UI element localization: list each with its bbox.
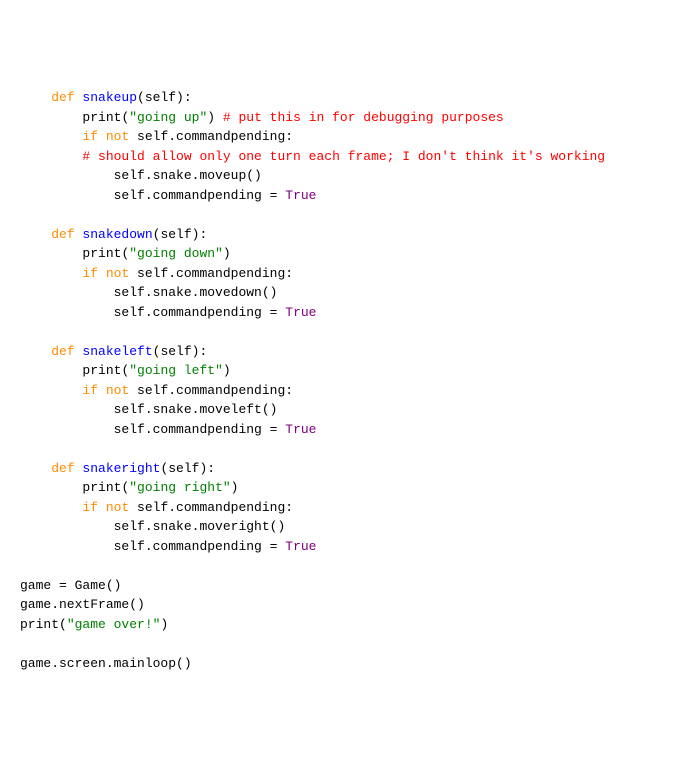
indent bbox=[20, 227, 51, 242]
statement: game = Game() bbox=[20, 578, 121, 593]
statement: self.snake.moveup() bbox=[114, 168, 262, 183]
keyword-if-not: if not bbox=[82, 500, 129, 515]
bool-literal: True bbox=[285, 188, 316, 203]
indent bbox=[20, 461, 51, 476]
string-literal: "game over!" bbox=[67, 617, 161, 632]
indent bbox=[20, 539, 114, 554]
condition: self.commandpending: bbox=[129, 266, 293, 281]
indent bbox=[20, 422, 114, 437]
print-call: print bbox=[82, 110, 121, 125]
statement: game.screen.mainloop() bbox=[20, 656, 192, 671]
keyword-if-not: if not bbox=[82, 383, 129, 398]
comment: # should allow only one turn each frame;… bbox=[82, 149, 605, 164]
params: (self): bbox=[160, 461, 215, 476]
paren: ) bbox=[223, 363, 231, 378]
params: (self): bbox=[137, 90, 192, 105]
function-name: snakeup bbox=[75, 90, 137, 105]
indent bbox=[20, 110, 82, 125]
paren: ( bbox=[59, 617, 67, 632]
indent bbox=[20, 480, 82, 495]
condition: self.commandpending: bbox=[129, 129, 293, 144]
function-name: snakeright bbox=[75, 461, 161, 476]
keyword-def: def bbox=[51, 344, 74, 359]
indent bbox=[20, 246, 82, 261]
indent bbox=[20, 188, 114, 203]
indent bbox=[20, 285, 114, 300]
paren: ) bbox=[160, 617, 168, 632]
statement: self.snake.moveleft() bbox=[114, 402, 278, 417]
keyword-def: def bbox=[51, 461, 74, 476]
statement: game.nextFrame() bbox=[20, 597, 145, 612]
statement: self.commandpending = bbox=[114, 539, 286, 554]
indent bbox=[20, 149, 82, 164]
indent bbox=[20, 519, 114, 534]
function-name: snakeleft bbox=[75, 344, 153, 359]
keyword-if-not: if not bbox=[82, 129, 129, 144]
params: (self): bbox=[153, 227, 208, 242]
code-block: def snakeup(self): print("going up") # p… bbox=[20, 88, 668, 673]
comment: # put this in for debugging purposes bbox=[215, 110, 504, 125]
statement: self.commandpending = bbox=[114, 305, 286, 320]
paren: ) bbox=[223, 246, 231, 261]
indent bbox=[20, 168, 114, 183]
indent bbox=[20, 344, 51, 359]
statement: self.commandpending = bbox=[114, 422, 286, 437]
print-call: print bbox=[82, 363, 121, 378]
paren: ) bbox=[207, 110, 215, 125]
statement: self.snake.movedown() bbox=[114, 285, 278, 300]
indent bbox=[20, 363, 82, 378]
params: (self): bbox=[153, 344, 208, 359]
indent bbox=[20, 383, 82, 398]
keyword-def: def bbox=[51, 227, 74, 242]
string-literal: "going left" bbox=[129, 363, 223, 378]
bool-literal: True bbox=[285, 422, 316, 437]
condition: self.commandpending: bbox=[129, 500, 293, 515]
statement: self.commandpending = bbox=[114, 188, 286, 203]
indent bbox=[20, 129, 82, 144]
indent bbox=[20, 305, 114, 320]
keyword-def: def bbox=[51, 90, 74, 105]
statement: self.snake.moveright() bbox=[114, 519, 286, 534]
indent bbox=[20, 500, 82, 515]
string-literal: "going right" bbox=[129, 480, 230, 495]
string-literal: "going up" bbox=[129, 110, 207, 125]
function-name: snakedown bbox=[75, 227, 153, 242]
bool-literal: True bbox=[285, 539, 316, 554]
keyword-if-not: if not bbox=[82, 266, 129, 281]
print-call: print bbox=[82, 480, 121, 495]
paren: ) bbox=[231, 480, 239, 495]
print-call: print bbox=[82, 246, 121, 261]
condition: self.commandpending: bbox=[129, 383, 293, 398]
string-literal: "going down" bbox=[129, 246, 223, 261]
bool-literal: True bbox=[285, 305, 316, 320]
indent bbox=[20, 266, 82, 281]
indent bbox=[20, 90, 51, 105]
print-call: print bbox=[20, 617, 59, 632]
indent bbox=[20, 402, 114, 417]
